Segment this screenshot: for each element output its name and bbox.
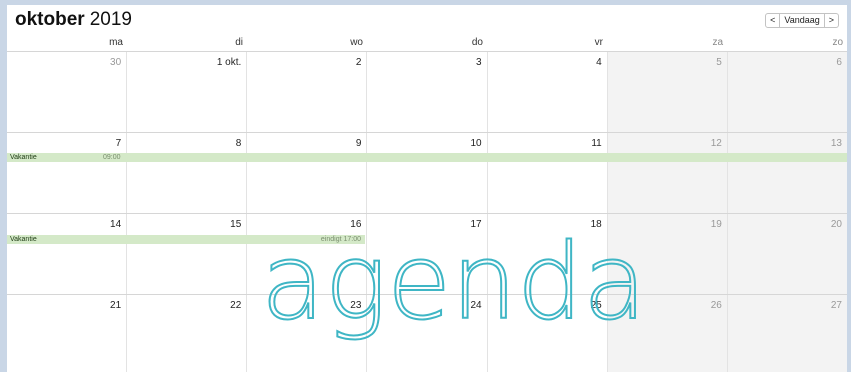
date-navigation: < Vandaag >: [765, 13, 839, 28]
year-label: 2019: [89, 9, 132, 30]
day-cell[interactable]: 27: [726, 295, 847, 372]
weekday-header: ma di wo do vr za zo: [7, 34, 847, 52]
event-time: 09:00: [103, 154, 121, 161]
day-cell[interactable]: 15: [126, 214, 246, 294]
day-number: 13: [830, 138, 842, 149]
weekday-label: di: [235, 37, 243, 48]
weekday-label: ma: [109, 37, 123, 48]
day-number: 21: [110, 300, 122, 311]
day-number: 12: [710, 138, 722, 149]
day-cell[interactable]: 4: [486, 52, 607, 132]
day-number: 22: [230, 300, 242, 311]
day-cell[interactable]: 14: [7, 214, 126, 294]
event-title: Vakantie: [10, 154, 37, 161]
day-cell[interactable]: 20: [726, 214, 847, 294]
month-name: oktober: [15, 9, 85, 30]
weekday-label: zo: [832, 37, 843, 48]
event-vakantie[interactable]: Vakantie 09:00: [7, 153, 847, 162]
day-number: 2: [355, 57, 362, 68]
day-number: 10: [470, 138, 482, 149]
day-number: 15: [230, 219, 242, 230]
day-cell[interactable]: 7: [7, 133, 126, 213]
day-number: 5: [716, 57, 722, 68]
day-number: 27: [830, 300, 842, 311]
day-cell[interactable]: 21: [7, 295, 126, 372]
day-number: 19: [710, 219, 722, 230]
day-cell[interactable]: 22: [126, 295, 246, 372]
day-cell[interactable]: 9: [246, 133, 366, 213]
agenda-overlay-title: agenda: [260, 221, 648, 343]
weekday-label: vr: [594, 37, 603, 48]
day-cell[interactable]: 13: [726, 133, 847, 213]
day-number: 3: [476, 57, 482, 68]
weekday-label: wo: [350, 37, 363, 48]
day-number: 9: [355, 138, 362, 149]
day-cell[interactable]: 5: [606, 52, 727, 132]
day-cell[interactable]: 3: [366, 52, 486, 132]
day-number: 4: [596, 57, 602, 68]
calendar-header: oktober 2019 < Vandaag >: [7, 5, 847, 33]
day-number: 1 okt.: [216, 57, 242, 68]
weekday-label: za: [712, 37, 723, 48]
day-cell[interactable]: 6: [726, 52, 847, 132]
day-number: 30: [110, 57, 122, 68]
previous-month-button[interactable]: <: [766, 14, 779, 27]
month-title: oktober 2019: [15, 9, 132, 31]
day-cell[interactable]: 10: [366, 133, 486, 213]
day-number: 8: [235, 138, 242, 149]
day-cell[interactable]: 2: [246, 52, 366, 132]
day-number: 7: [115, 138, 122, 149]
day-cell[interactable]: 8: [126, 133, 246, 213]
day-number: 6: [836, 57, 842, 68]
day-number: 20: [830, 219, 842, 230]
week-row: 7 8 9 10 11 12 13 Vakantie 09:00: [7, 133, 847, 214]
event-title: Vakantie: [10, 236, 37, 243]
day-cell[interactable]: 11: [486, 133, 607, 213]
day-cell[interactable]: 30: [7, 52, 126, 132]
day-cell[interactable]: 1 okt.: [126, 52, 246, 132]
next-month-button[interactable]: >: [823, 14, 838, 27]
today-button[interactable]: Vandaag: [779, 14, 823, 27]
week-row: 30 1 okt. 2 3 4 5 6: [7, 52, 847, 133]
day-number: 11: [591, 138, 602, 149]
day-number: 14: [110, 219, 122, 230]
day-cell[interactable]: 12: [606, 133, 727, 213]
calendar-window: oktober 2019 < Vandaag > ma di wo do vr z…: [7, 5, 847, 372]
weekday-label: do: [471, 37, 483, 48]
day-number: 26: [710, 300, 722, 311]
